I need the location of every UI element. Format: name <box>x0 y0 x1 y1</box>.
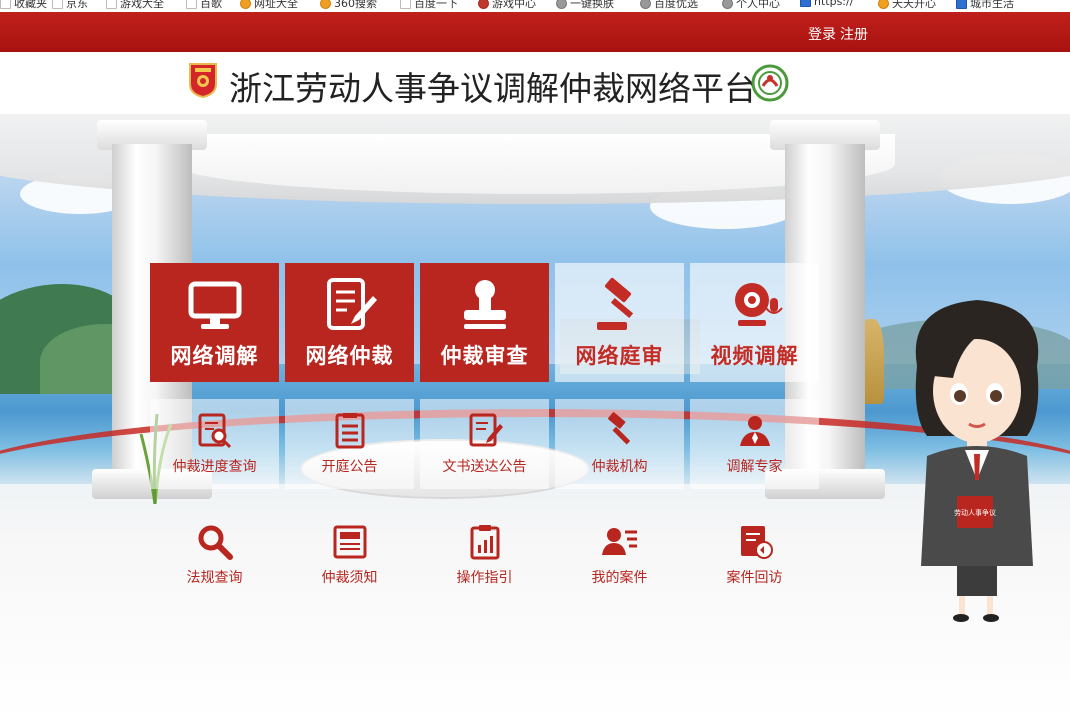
court-emblem-icon <box>189 63 217 98</box>
document-edit-icon <box>326 277 377 330</box>
tile-label: 网络仲裁 <box>305 343 394 368</box>
bookmark-item[interactable]: 个人中心 <box>722 0 780 11</box>
bookmark-item[interactable]: 百度一下 <box>400 0 458 11</box>
bookmark-item[interactable]: https:// <box>800 0 853 8</box>
gavel-icon <box>596 277 633 330</box>
register-link[interactable]: 注册 <box>840 24 868 44</box>
document-return-icon <box>740 526 773 559</box>
link-arbitration-institutions[interactable]: 仲裁机构 <box>555 399 684 489</box>
search-document-icon <box>198 413 231 449</box>
tile-label: 视频调解 <box>710 343 799 368</box>
bookmark-item[interactable]: 百度优选 <box>640 0 698 11</box>
clipboard-chart-icon <box>470 525 499 560</box>
stamp-icon <box>463 279 506 329</box>
link-operation-guide[interactable]: 操作指引 <box>420 510 549 600</box>
link-label: 仲裁进度查询 <box>172 459 257 475</box>
hammer-icon <box>607 412 630 445</box>
bookmark-item[interactable]: 一键换肤 <box>556 0 614 11</box>
city-icon <box>956 0 967 9</box>
link-label: 调解专家 <box>726 459 783 475</box>
game-icon <box>478 0 489 9</box>
link-label: 仲裁须知 <box>321 570 378 586</box>
user-icon <box>722 0 733 9</box>
page-icon <box>400 0 411 9</box>
document-sign-icon <box>469 413 503 447</box>
bookmark-item[interactable]: 收藏夹 <box>0 0 47 11</box>
link-label: 文书送达公告 <box>442 459 527 475</box>
search-icon <box>320 0 331 9</box>
skin-icon <box>556 0 567 9</box>
link-mediation-experts[interactable]: 调解专家 <box>690 399 819 489</box>
webcam-icon <box>734 282 783 326</box>
mascot-book-title: 劳动人事争议 <box>954 508 996 517</box>
tile-video-mediation[interactable]: 视频调解 <box>690 263 819 382</box>
page-icon <box>106 0 117 9</box>
tile-label: 仲裁审查 <box>440 343 529 368</box>
fun-icon <box>878 0 889 9</box>
page-icon <box>640 0 651 9</box>
page-icon <box>186 0 197 9</box>
globe-icon <box>240 0 251 9</box>
link-case-followup[interactable]: 案件回访 <box>690 510 819 600</box>
link-arbitration-notes[interactable]: 仲裁须知 <box>285 510 414 600</box>
bookmark-item[interactable]: 百歌 <box>186 0 222 11</box>
auth-links: 登录 注册 <box>808 24 868 44</box>
monitor-icon <box>188 281 241 329</box>
link-label: 开庭公告 <box>321 459 378 475</box>
tile-label: 网络调解 <box>170 343 259 368</box>
tile-online-hearing[interactable]: 网络庭审 <box>555 263 684 382</box>
tile-arbitration-review[interactable]: 仲裁审查 <box>420 263 549 382</box>
globe-icon <box>800 0 811 7</box>
bookmarks-bar: 收藏夹 京东 游戏大全 百歌 网址大全 360搜索 百度一下 游戏中心 一键换肤… <box>0 0 1070 12</box>
top-nav-bar: 登录 注册 <box>0 12 1070 52</box>
expert-icon <box>739 416 770 446</box>
link-my-cases[interactable]: 我的案件 <box>555 510 684 600</box>
notice-icon <box>335 413 364 449</box>
tile-label: 网络庭审 <box>575 343 664 368</box>
bookmark-item[interactable]: 网址大全 <box>240 0 298 11</box>
link-regulation-search[interactable]: 法规查询 <box>150 510 279 600</box>
bookmark-item[interactable]: 游戏中心 <box>478 0 536 11</box>
link-label: 案件回访 <box>726 570 783 586</box>
link-label: 操作指引 <box>456 570 513 586</box>
bookmark-item[interactable]: 360搜索 <box>320 0 377 11</box>
site-title: 浙江劳动人事争议调解仲裁网络平台 <box>229 69 757 108</box>
link-hearing-notice[interactable]: 开庭公告 <box>285 399 414 489</box>
link-arbitration-progress[interactable]: 仲裁进度查询 <box>150 399 279 489</box>
link-document-service[interactable]: 文书送达公告 <box>420 399 549 489</box>
link-label: 法规查询 <box>186 570 243 586</box>
mediation-logo-icon <box>751 64 789 102</box>
newspaper-icon <box>333 525 366 559</box>
site-header: 浙江劳动人事争议调解仲裁网络平台 <box>0 52 1070 114</box>
tile-online-mediation[interactable]: 网络调解 <box>150 263 279 382</box>
bookmark-item[interactable]: 京东 <box>52 0 88 11</box>
link-label: 仲裁机构 <box>591 459 648 475</box>
link-label: 我的案件 <box>591 570 648 586</box>
star-icon <box>0 0 11 9</box>
page-icon <box>52 0 63 9</box>
tile-online-arbitration[interactable]: 网络仲裁 <box>285 263 414 382</box>
magnifier-icon <box>198 525 233 560</box>
mascot-lawyer-illustration: 劳动人事争议 <box>915 300 1039 622</box>
user-card-icon <box>601 528 637 555</box>
bookmark-item[interactable]: 天天开心 <box>878 0 936 11</box>
bookmark-item[interactable]: 游戏大全 <box>106 0 164 11</box>
bookmark-item[interactable]: 城市生活 <box>956 0 1014 11</box>
login-link[interactable]: 登录 <box>808 24 836 44</box>
